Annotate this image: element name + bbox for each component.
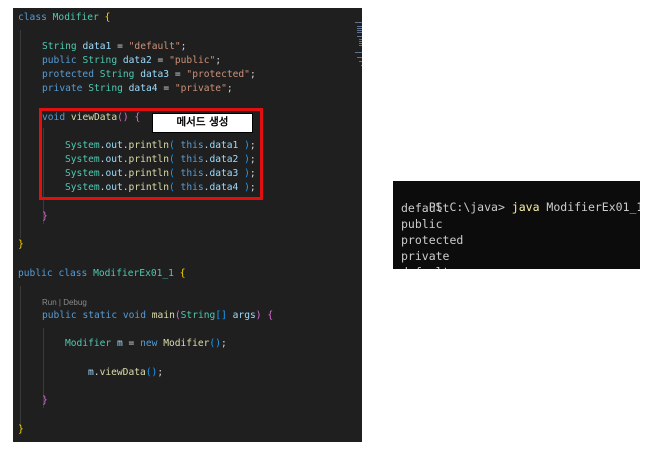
code-token: new — [140, 338, 164, 349]
code-token: ) — [255, 310, 268, 321]
terminal-output-line: default — [401, 201, 450, 215]
code-token: () — [145, 367, 158, 378]
code-token: "private" — [174, 83, 227, 94]
code-token: void — [122, 310, 152, 321]
code-token: } — [18, 239, 24, 250]
code-token: ; — [215, 55, 222, 66]
code-token: protected — [42, 69, 100, 80]
terminal-output-line: default — [401, 264, 449, 269]
code-token: data2 — [122, 55, 152, 66]
code-line[interactable]: public static void main(String[] args) { — [42, 309, 273, 323]
code-token: } — [42, 211, 48, 222]
terminal-command: java — [511, 200, 540, 214]
code-token: private — [42, 83, 89, 94]
code-token: "default" — [128, 41, 181, 52]
terminal-command-line: PS C:\java> java ModifierEx01_1 — [401, 183, 640, 214]
code-token: main — [151, 310, 175, 321]
code-token: data4 — [128, 83, 158, 94]
code-token: = — [157, 83, 175, 94]
code-token: Modifier — [65, 338, 117, 349]
code-token: public — [42, 310, 83, 321]
code-token: String — [42, 41, 83, 52]
code-token: { — [179, 268, 186, 279]
code-line[interactable]: String data1 = "default"; — [42, 40, 186, 54]
indent-guide — [20, 286, 21, 426]
code-token: = — [169, 69, 187, 80]
code-token: = — [122, 338, 141, 349]
code-token: ; — [220, 338, 227, 349]
code-token: [] — [215, 310, 233, 321]
code-token: data1 — [82, 41, 112, 52]
code-token: viewData — [99, 367, 146, 378]
code-editor[interactable]: class Modifier { String data1 = "default… — [13, 8, 362, 442]
code-token: () — [209, 338, 221, 349]
code-token: = — [151, 55, 170, 66]
minimap[interactable] — [353, 20, 362, 80]
terminal-output-line: protected — [401, 233, 464, 247]
code-token: ; — [226, 83, 233, 94]
terminal-output-line: public — [401, 217, 443, 231]
terminal-args: ModifierEx01_1 — [539, 200, 640, 214]
code-token: } — [42, 395, 48, 406]
code-token: "public" — [169, 55, 216, 66]
code-line[interactable]: public class ModifierEx01_1 { — [18, 267, 186, 281]
code-token: String — [88, 83, 129, 94]
code-token: { — [104, 12, 111, 23]
method-callout-label: 메서드 생성 — [152, 113, 253, 133]
code-line[interactable]: protected String data3 = "protected"; — [42, 68, 256, 82]
code-token: ; — [157, 367, 164, 378]
code-line[interactable]: } — [18, 423, 24, 437]
code-line[interactable]: } — [18, 238, 24, 252]
code-line[interactable]: class Modifier { — [18, 11, 110, 25]
code-line[interactable]: public String data2 = "public"; — [42, 54, 221, 68]
code-token: String — [99, 69, 141, 80]
code-token: class — [18, 12, 53, 23]
code-line[interactable]: private String data4 = "private"; — [42, 82, 233, 96]
code-token: ; — [249, 69, 256, 80]
code-token: class — [58, 268, 94, 279]
code-token: "protected" — [186, 69, 250, 80]
code-token: static — [82, 310, 123, 321]
code-line[interactable]: } — [42, 394, 48, 408]
run-debug-codelens[interactable]: Run | Debug — [42, 297, 87, 309]
code-token: args — [232, 310, 256, 321]
terminal-output-line: private — [401, 249, 450, 263]
indent-guide — [20, 30, 21, 238]
code-token: public — [42, 55, 83, 66]
code-line[interactable]: } — [42, 210, 48, 224]
code-token: = — [111, 41, 129, 52]
code-token: { — [267, 310, 274, 321]
code-token: String — [82, 55, 123, 66]
code-token: data3 — [140, 69, 170, 80]
code-token: } — [18, 424, 24, 435]
code-token: ; — [180, 41, 187, 52]
code-line[interactable]: Modifier m = new Modifier(); — [65, 337, 227, 351]
code-token: ModifierEx01_1 — [93, 268, 180, 279]
code-token: public — [18, 268, 59, 279]
code-token: Modifier — [163, 338, 210, 349]
code-line[interactable]: m.viewData(); — [88, 366, 163, 380]
code-token: String — [180, 310, 216, 321]
code-token: Modifier — [52, 12, 105, 23]
terminal-output[interactable]: PS C:\java> java ModifierEx01_1 default … — [393, 181, 640, 269]
